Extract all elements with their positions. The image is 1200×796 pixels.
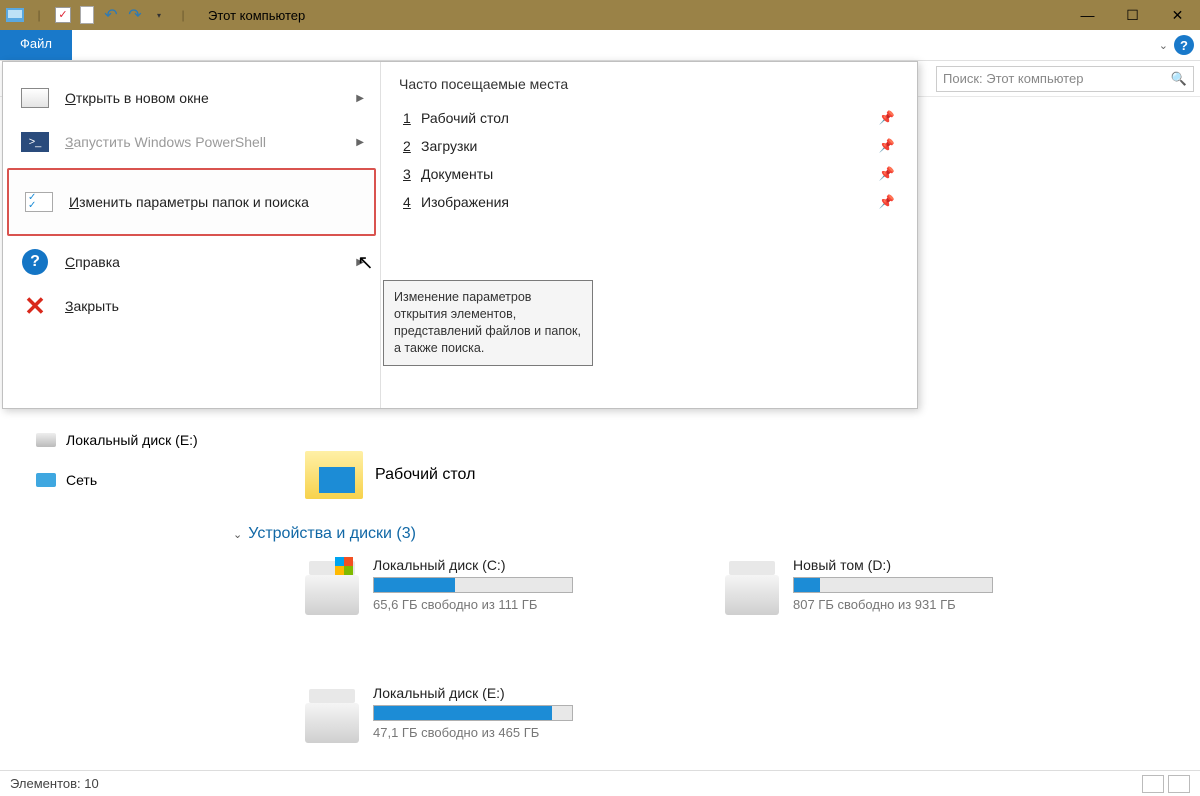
menu-item-label: Запустить Windows PowerShell	[65, 134, 266, 150]
qat-separator-2: |	[172, 4, 194, 26]
drive-free-text: 65,6 ГБ свободно из 111 ГБ	[373, 597, 625, 612]
chevron-down-icon: ⌄	[233, 528, 242, 541]
tooltip: Изменение параметров открытия элементов,…	[383, 280, 593, 366]
drives-container: Локальный диск (C:) 65,6 ГБ свободно из …	[305, 557, 1200, 743]
drive-item-e[interactable]: Локальный диск (E:) 47,1 ГБ свободно из …	[305, 685, 625, 743]
drive-usage-bar	[373, 577, 573, 593]
drive-icon	[725, 575, 779, 615]
drive-name: Новый том (D:)	[793, 557, 1045, 573]
pin-icon[interactable]: 📌	[879, 138, 895, 154]
menu-item-label: Открыть в новом окне	[65, 90, 209, 106]
cursor-icon: ↖	[357, 250, 374, 275]
place-number: 4	[403, 194, 421, 210]
drive-free-text: 47,1 ГБ свободно из 465 ГБ	[373, 725, 625, 740]
menu-item-label: Изменить параметры папок и поиска	[69, 194, 309, 210]
powershell-icon: >_	[19, 130, 51, 154]
place-label: Загрузки	[421, 138, 477, 154]
view-large-icons-icon[interactable]	[1168, 775, 1190, 793]
pin-icon[interactable]: 📌	[879, 166, 895, 182]
pin-icon[interactable]: 📌	[879, 194, 895, 210]
qat-dropdown-icon[interactable]: ▾	[148, 4, 170, 26]
menu-item-label: Закрыть	[65, 298, 119, 314]
help-icon: ?	[19, 250, 51, 274]
pin-icon[interactable]: 📌	[879, 110, 895, 126]
folder-item-desktop[interactable]: Рабочий стол	[305, 451, 1200, 499]
drive-icon	[36, 433, 56, 447]
frequent-place-item[interactable]: 1 Рабочий стол 📌	[399, 104, 899, 132]
frequent-place-item[interactable]: 3 Документы 📌	[399, 160, 899, 188]
search-placeholder: Поиск: Этот компьютер	[943, 71, 1083, 86]
sidebar-item-label: Локальный диск (E:)	[66, 432, 198, 448]
ribbon-tabs: Файл ⌄ ?	[0, 30, 1200, 61]
search-icon[interactable]: 🔍	[1171, 71, 1187, 87]
menu-open-new-window[interactable]: Открыть в новом окне ▶	[3, 76, 380, 120]
help-icon[interactable]: ?	[1174, 35, 1194, 55]
drive-icon	[305, 575, 359, 615]
status-elements-count: Элементов: 10	[10, 776, 99, 791]
place-number: 1	[403, 110, 421, 126]
drive-item-c[interactable]: Локальный диск (C:) 65,6 ГБ свободно из …	[305, 557, 625, 615]
file-tab[interactable]: Файл	[0, 30, 72, 60]
folder-label: Рабочий стол	[375, 466, 475, 484]
frequent-place-item[interactable]: 2 Загрузки 📌	[399, 132, 899, 160]
frequent-place-item[interactable]: 4 Изображения 📌	[399, 188, 899, 216]
folder-icon	[305, 451, 363, 499]
maximize-button[interactable]: ☐	[1110, 0, 1155, 30]
sidebar-item-network[interactable]: Сеть	[36, 467, 219, 493]
drive-usage-bar	[793, 577, 993, 593]
new-doc-icon[interactable]	[76, 4, 98, 26]
drive-free-text: 807 ГБ свободно из 931 ГБ	[793, 597, 1045, 612]
drive-item-d[interactable]: Новый том (D:) 807 ГБ свободно из 931 ГБ	[725, 557, 1045, 615]
close-icon: ✕	[19, 294, 51, 318]
menu-run-powershell[interactable]: >_ Запустить Windows PowerShell ▶	[3, 120, 380, 164]
place-label: Документы	[421, 166, 493, 182]
section-label: Устройства и диски (3)	[248, 525, 416, 543]
place-label: Рабочий стол	[421, 110, 509, 126]
redo-icon[interactable]: ↷	[124, 4, 146, 26]
section-devices-drives[interactable]: ⌄ Устройства и диски (3)	[233, 525, 1200, 543]
quick-access-toolbar: | ✓ ↶ ↷ ▾ |	[0, 4, 198, 26]
file-menu-right: Часто посещаемые места 1 Рабочий стол 📌 …	[381, 62, 917, 408]
window-title: Этот компьютер	[208, 8, 305, 23]
place-number: 2	[403, 138, 421, 154]
menu-help[interactable]: ? Справка ▶	[3, 240, 380, 284]
place-label: Изображения	[421, 194, 509, 210]
sidebar-item-disk-e[interactable]: Локальный диск (E:)	[36, 427, 219, 453]
drive-icon	[305, 703, 359, 743]
drive-name: Локальный диск (E:)	[373, 685, 625, 701]
minimize-button[interactable]: —	[1065, 0, 1110, 30]
titlebar: | ✓ ↶ ↷ ▾ | Этот компьютер — ☐ ✕	[0, 0, 1200, 30]
window-icon	[19, 86, 51, 110]
drive-usage-bar	[373, 705, 573, 721]
menu-change-folder-options[interactable]: Изменить параметры папок и поиска	[7, 168, 376, 236]
qat-separator: |	[28, 4, 50, 26]
drive-name: Локальный диск (C:)	[373, 557, 625, 573]
properties-icon[interactable]: ✓	[52, 4, 74, 26]
frequent-places-heading: Часто посещаемые места	[399, 76, 899, 92]
monitor-icon	[4, 4, 26, 26]
network-icon	[36, 473, 56, 487]
search-input[interactable]: Поиск: Этот компьютер 🔍	[936, 66, 1194, 92]
undo-icon[interactable]: ↶	[100, 4, 122, 26]
options-icon	[23, 190, 55, 214]
menu-item-label: Справка	[65, 254, 120, 270]
file-menu-left: Открыть в новом окне ▶ >_ Запустить Wind…	[3, 62, 381, 408]
view-details-icon[interactable]	[1142, 775, 1164, 793]
ribbon-collapse-icon[interactable]: ⌄	[1159, 39, 1168, 52]
menu-close[interactable]: ✕ Закрыть	[3, 284, 380, 328]
sidebar-item-label: Сеть	[66, 472, 97, 488]
close-window-button[interactable]: ✕	[1155, 0, 1200, 30]
place-number: 3	[403, 166, 421, 182]
submenu-arrow-icon: ▶	[356, 137, 364, 148]
file-menu: Открыть в новом окне ▶ >_ Запустить Wind…	[2, 61, 918, 409]
submenu-arrow-icon: ▶	[356, 93, 364, 104]
status-bar: Элементов: 10	[0, 770, 1200, 796]
